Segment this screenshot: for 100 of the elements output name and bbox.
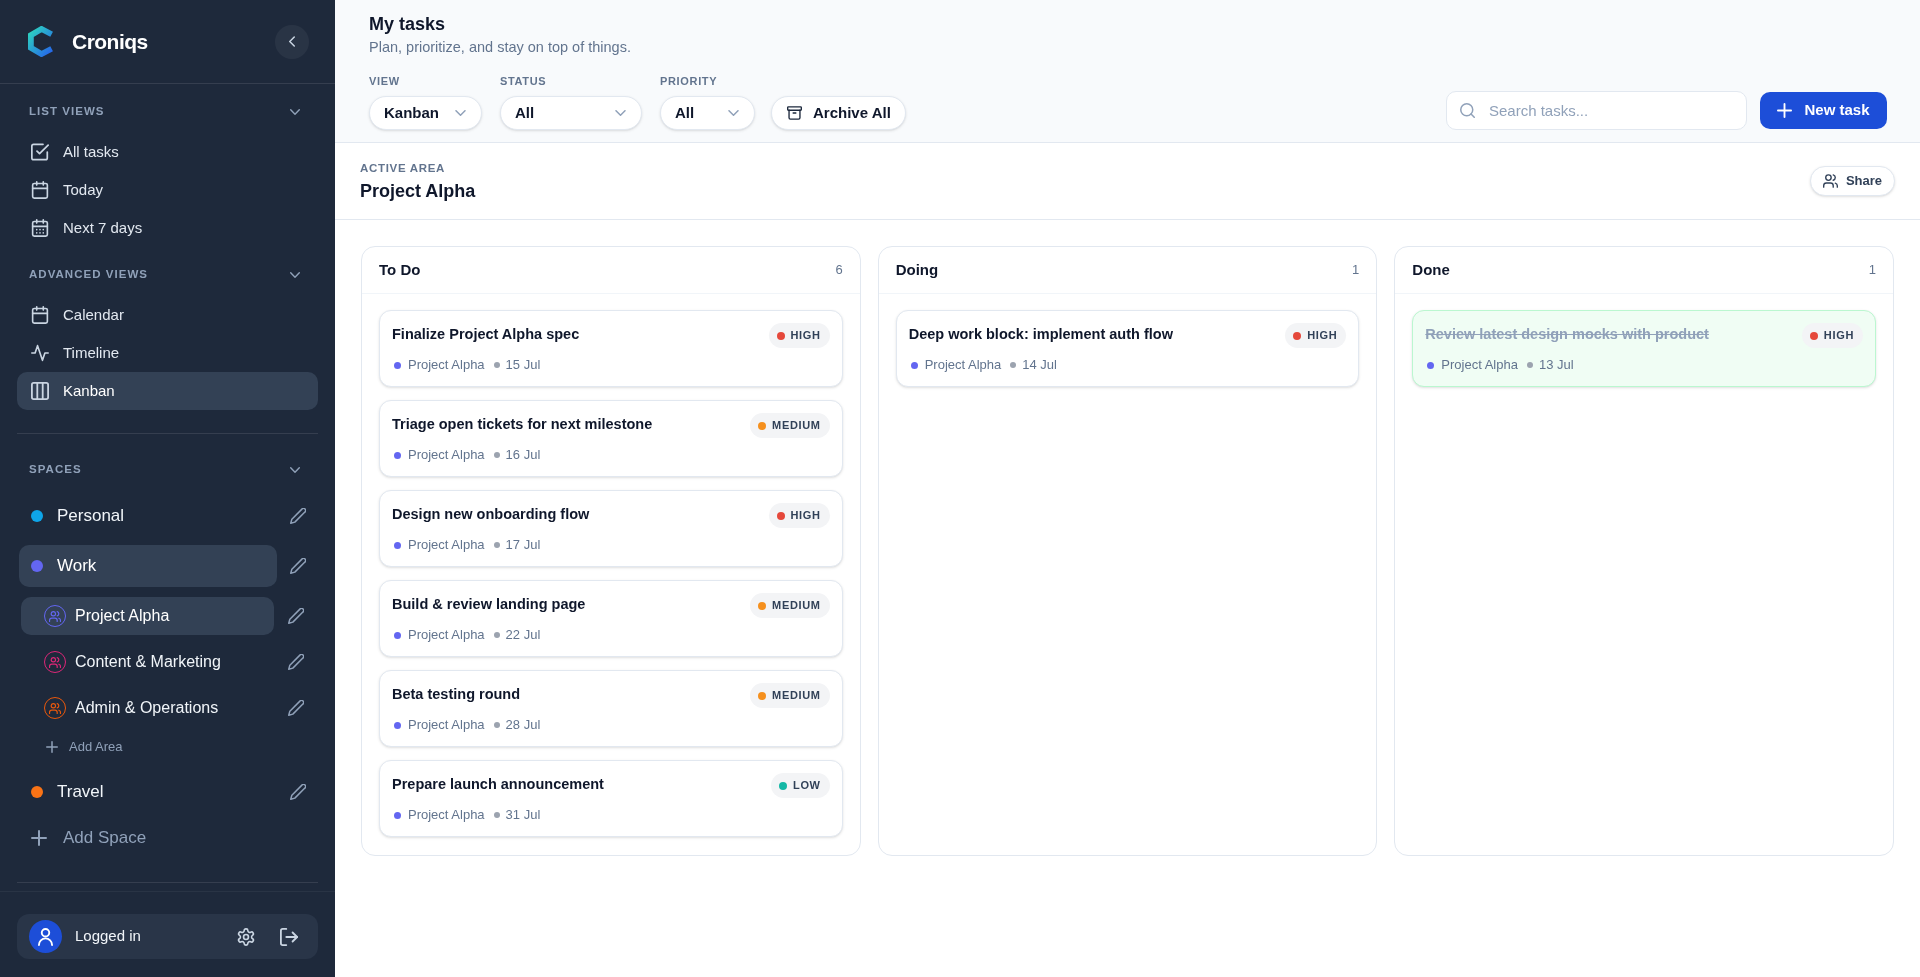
calendar-icon <box>31 181 49 199</box>
due-date: 31 Jul <box>505 806 541 825</box>
task-title: Deep work block: implement auth flow <box>908 325 1173 344</box>
due-date: 22 Jul <box>505 626 541 645</box>
project-label: Project Alpha <box>1441 356 1518 375</box>
section-heading: LIST VIEWS <box>29 104 105 120</box>
chevron-down-icon[interactable] <box>290 467 300 473</box>
brand-name: Croniqs <box>72 28 148 55</box>
settings-icon[interactable] <box>237 927 255 946</box>
priority-label: HIGH <box>1823 328 1854 344</box>
new-task-button[interactable]: New task <box>1760 92 1887 129</box>
task-card[interactable]: Build & review landing page Project Alpha 22 Jul MEDIUM <box>379 580 843 657</box>
chevron-down-icon <box>728 110 739 116</box>
priority-label: LOW <box>793 778 821 794</box>
space-item[interactable]: Travel <box>19 771 277 813</box>
pencil-icon[interactable] <box>290 508 306 524</box>
logout-icon[interactable] <box>280 927 298 946</box>
area-item[interactable]: Project Alpha <box>21 597 274 635</box>
pencil-icon[interactable] <box>288 654 304 670</box>
archive-all-button[interactable]: Archive All <box>771 96 906 130</box>
due-date: 14 Jul <box>1022 356 1057 375</box>
user-status-label: Logged in <box>75 926 142 947</box>
filter-label: PRIORITY <box>660 74 718 89</box>
pencil-icon[interactable] <box>288 608 304 624</box>
collapse-button[interactable] <box>275 24 309 59</box>
due-date: 17 Jul <box>505 536 541 555</box>
project-label: Project Alpha <box>408 446 485 465</box>
calendar-grid-icon <box>31 219 49 237</box>
chevron-down-icon <box>615 110 626 116</box>
filter-label: STATUS <box>500 74 547 89</box>
chevron-left-icon <box>289 36 295 47</box>
project-label: Project Alpha <box>408 536 485 555</box>
priority-label: MEDIUM <box>772 688 821 704</box>
priority-label: HIGH <box>790 508 821 524</box>
nav-item[interactable]: Today <box>17 171 318 209</box>
project-label: Project Alpha <box>924 356 1002 375</box>
pencil-icon[interactable] <box>290 784 306 800</box>
filter-select[interactable]: Kanban <box>369 96 482 130</box>
add-space-button[interactable]: Add Space <box>17 817 151 859</box>
project-label: Project Alpha <box>408 626 485 645</box>
area-item[interactable]: Content & Marketing <box>21 643 274 681</box>
project-label: Project Alpha <box>408 806 485 825</box>
pencil-icon[interactable] <box>288 700 304 716</box>
due-date: 15 Jul <box>505 356 541 375</box>
plus-icon <box>46 741 58 753</box>
column-title: Done <box>1412 259 1450 280</box>
search-icon <box>1460 103 1475 118</box>
due-date: 28 Jul <box>505 716 541 735</box>
task-card[interactable]: Deep work block: implement auth flow Project Alpha 14 Jul HIGH <box>895 310 1360 387</box>
task-title: Triage open tickets for next milestone <box>392 415 653 434</box>
nav-item[interactable]: Next 7 days <box>17 209 318 247</box>
task-card[interactable]: Review latest design mocks with product Project Alpha 13 Jul HIGH <box>1412 310 1876 387</box>
section-heading: ADVANCED VIEWS <box>29 267 149 283</box>
people-icon <box>1822 174 1838 188</box>
plus-icon <box>1777 103 1793 118</box>
area-label: ACTIVE AREA <box>360 160 446 176</box>
priority-label: MEDIUM <box>772 418 821 434</box>
space-item[interactable]: Work <box>19 545 277 587</box>
space-item[interactable]: Personal <box>19 495 277 537</box>
nav-item[interactable]: Calendar <box>17 296 318 334</box>
task-title: Beta testing round <box>392 685 521 704</box>
filter-label: VIEW <box>369 74 400 89</box>
task-card[interactable]: Design new onboarding flow Project Alpha 17 Jul HIGH <box>379 490 843 567</box>
task-count: 6 <box>835 261 843 280</box>
filter-select[interactable]: All <box>500 96 642 130</box>
project-label: Project Alpha <box>408 716 485 735</box>
archive-icon <box>787 106 802 120</box>
search-field[interactable]: Search tasks... <box>1446 91 1747 130</box>
column-title: To Do <box>379 259 421 280</box>
calendar-icon <box>31 306 49 324</box>
area-name: Project Alpha <box>360 179 476 203</box>
add-area-button[interactable]: Add Area <box>46 737 123 757</box>
chevron-down-icon <box>455 110 466 116</box>
section-heading: SPACES <box>29 462 82 478</box>
chevron-down-icon[interactable] <box>290 272 300 278</box>
task-title: Finalize Project Alpha spec <box>392 325 580 344</box>
pulse-icon <box>31 344 49 362</box>
chevron-down-icon[interactable] <box>290 109 300 115</box>
share-button[interactable]: Share <box>1810 166 1895 196</box>
priority-label: HIGH <box>790 328 821 344</box>
priority-label: MEDIUM <box>772 598 821 614</box>
task-card[interactable]: Beta testing round Project Alpha 28 Jul MEDIUM <box>379 670 843 747</box>
nav-item[interactable]: Kanban <box>17 372 318 410</box>
page-title: My tasks <box>369 13 446 36</box>
task-card[interactable]: Prepare launch announcement Project Alpha 31 Jul LOW <box>379 760 843 837</box>
nav-item[interactable]: Timeline <box>17 334 318 372</box>
filter-select[interactable]: All <box>660 96 755 130</box>
checkbox-icon <box>31 143 49 161</box>
task-title: Prepare launch announcement <box>392 775 604 794</box>
task-card[interactable]: Triage open tickets for next milestone Project Alpha 16 Jul MEDIUM <box>379 400 843 477</box>
avatar-icon <box>29 920 62 953</box>
due-date: 16 Jul <box>505 446 541 465</box>
area-item[interactable]: Admin & Operations <box>21 689 274 727</box>
columns-icon <box>31 382 49 400</box>
task-card[interactable]: Finalize Project Alpha spec Project Alpha 15 Jul HIGH <box>379 310 843 387</box>
pencil-icon[interactable] <box>290 558 306 574</box>
logo-icon <box>28 26 55 57</box>
priority-label: HIGH <box>1307 328 1338 344</box>
page-subtitle: Plan, prioritize, and stay on top of things. <box>369 38 631 56</box>
nav-item[interactable]: All tasks <box>17 133 318 171</box>
